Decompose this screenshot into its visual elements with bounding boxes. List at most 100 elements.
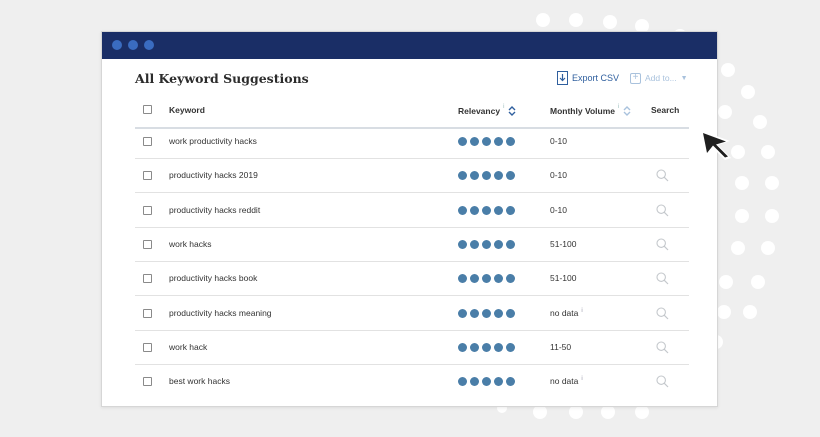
- relevancy-dot: [494, 342, 503, 352]
- row-checkbox[interactable]: [143, 205, 152, 215]
- column-header-search: Search: [651, 105, 679, 115]
- window-control-dot[interactable]: [144, 40, 154, 50]
- search-icon[interactable]: [656, 238, 669, 251]
- relevancy-dot: [470, 239, 479, 249]
- column-header-relevancy[interactable]: Relevancy i: [458, 104, 516, 117]
- relevancy-dot: [482, 342, 491, 352]
- background-dot: [569, 405, 583, 419]
- mouse-cursor-icon: [700, 130, 731, 160]
- row-divider: [135, 192, 689, 194]
- relevancy-dot: [494, 137, 503, 146]
- background-dot: [751, 275, 765, 289]
- background-dot: [717, 305, 731, 319]
- background-dot: [536, 13, 550, 27]
- search-icon[interactable]: [656, 375, 669, 388]
- monthly-volume-cell: no data i: [550, 308, 583, 318]
- search-icon[interactable]: [656, 204, 669, 217]
- background-dot: [735, 176, 749, 190]
- monthly-volume-cell: no data i: [550, 376, 583, 386]
- info-icon[interactable]: i: [618, 104, 619, 110]
- relevancy-dot: [506, 274, 515, 284]
- row-checkbox[interactable]: [143, 377, 152, 387]
- monthly-volume-value: 11-50: [550, 341, 572, 352]
- relevancy-rating: [458, 274, 518, 284]
- add-to-dropdown[interactable]: + Add to... ▼: [630, 70, 688, 86]
- relevancy-dot: [458, 205, 467, 215]
- download-icon: [557, 71, 568, 85]
- relevancy-dot: [506, 171, 515, 181]
- relevancy-dot: [494, 205, 503, 215]
- keyword-cell: productivity hacks meaning: [169, 307, 272, 318]
- row-checkbox[interactable]: [143, 274, 152, 284]
- relevancy-dot: [470, 308, 479, 318]
- info-icon[interactable]: i: [581, 376, 582, 382]
- monthly-volume-cell: 11-50: [550, 342, 571, 352]
- window-control-dot[interactable]: [128, 40, 138, 50]
- app-window: All Keyword Suggestions Export CSV + Add…: [101, 31, 718, 407]
- chevron-down-icon: ▼: [680, 74, 688, 82]
- relevancy-dot: [482, 137, 491, 146]
- keyword-cell: productivity hacks 2019: [169, 170, 258, 181]
- monthly-volume-cell: 0-10: [550, 136, 567, 146]
- relevancy-rating: [458, 308, 518, 318]
- row-divider: [135, 329, 689, 331]
- background-dot: [741, 85, 755, 99]
- background-dot: [765, 176, 779, 190]
- column-header-keyword[interactable]: Keyword: [169, 105, 205, 115]
- row-divider: [135, 226, 689, 228]
- relevancy-dot: [494, 308, 503, 318]
- add-to-label: Add to...: [645, 73, 677, 83]
- search-icon[interactable]: [656, 306, 669, 320]
- background-dot: [718, 105, 732, 119]
- monthly-volume-value: 0-10: [550, 204, 568, 215]
- relevancy-dot: [458, 342, 467, 352]
- background-dot: [721, 63, 735, 77]
- search-icon[interactable]: [656, 272, 669, 285]
- window-control-dot[interactable]: [112, 40, 122, 50]
- search-icon[interactable]: [656, 341, 669, 354]
- monthly-volume-cell: 0-10: [550, 170, 567, 180]
- relevancy-dot: [470, 137, 479, 146]
- sort-icon[interactable]: [508, 105, 516, 117]
- row-checkbox[interactable]: [143, 308, 152, 318]
- monthly-volume-value: 51-100: [550, 273, 577, 284]
- row-checkbox[interactable]: [143, 239, 152, 249]
- row-checkbox[interactable]: [143, 171, 152, 181]
- select-all-checkbox[interactable]: [143, 105, 152, 114]
- keyword-cell: productivity hacks reddit: [169, 204, 261, 215]
- monthly-volume-cell: 51-100: [550, 273, 576, 283]
- background-dot: [601, 405, 615, 419]
- relevancy-dot: [458, 274, 467, 284]
- keyword-cell: work hacks: [169, 238, 212, 249]
- row-checkbox[interactable]: [143, 137, 152, 146]
- info-icon[interactable]: i: [581, 308, 582, 314]
- monthly-volume-cell: 0-10: [550, 205, 567, 215]
- row-checkbox[interactable]: [143, 342, 152, 352]
- header-divider: [135, 127, 689, 129]
- relevancy-dot: [482, 274, 491, 284]
- relevancy-dot: [482, 377, 491, 387]
- column-header-monthly-volume-label: Monthly Volume: [550, 106, 616, 116]
- relevancy-dot: [494, 274, 503, 284]
- export-csv-button[interactable]: Export CSV: [557, 70, 619, 86]
- keyword-cell: best work hacks: [169, 376, 230, 387]
- row-divider: [135, 295, 689, 297]
- relevancy-dot: [506, 205, 515, 215]
- sort-icon[interactable]: [623, 105, 631, 117]
- column-header-keyword-label: Keyword: [169, 105, 205, 115]
- keyword-cell: work productivity hacks: [169, 136, 257, 146]
- row-divider: [135, 260, 689, 262]
- background-dot: [533, 405, 547, 419]
- search-icon[interactable]: [656, 169, 669, 182]
- relevancy-dot: [494, 171, 503, 181]
- relevancy-dot: [458, 308, 467, 318]
- relevancy-dot: [506, 308, 515, 318]
- row-divider: [135, 158, 689, 159]
- relevancy-dot: [506, 377, 515, 387]
- column-header-monthly-volume[interactable]: Monthly Volume i: [550, 104, 631, 117]
- relevancy-rating: [458, 205, 518, 215]
- relevancy-rating: [458, 239, 518, 249]
- info-icon[interactable]: i: [503, 104, 504, 110]
- relevancy-rating: [458, 137, 518, 146]
- background-dot: [743, 305, 757, 319]
